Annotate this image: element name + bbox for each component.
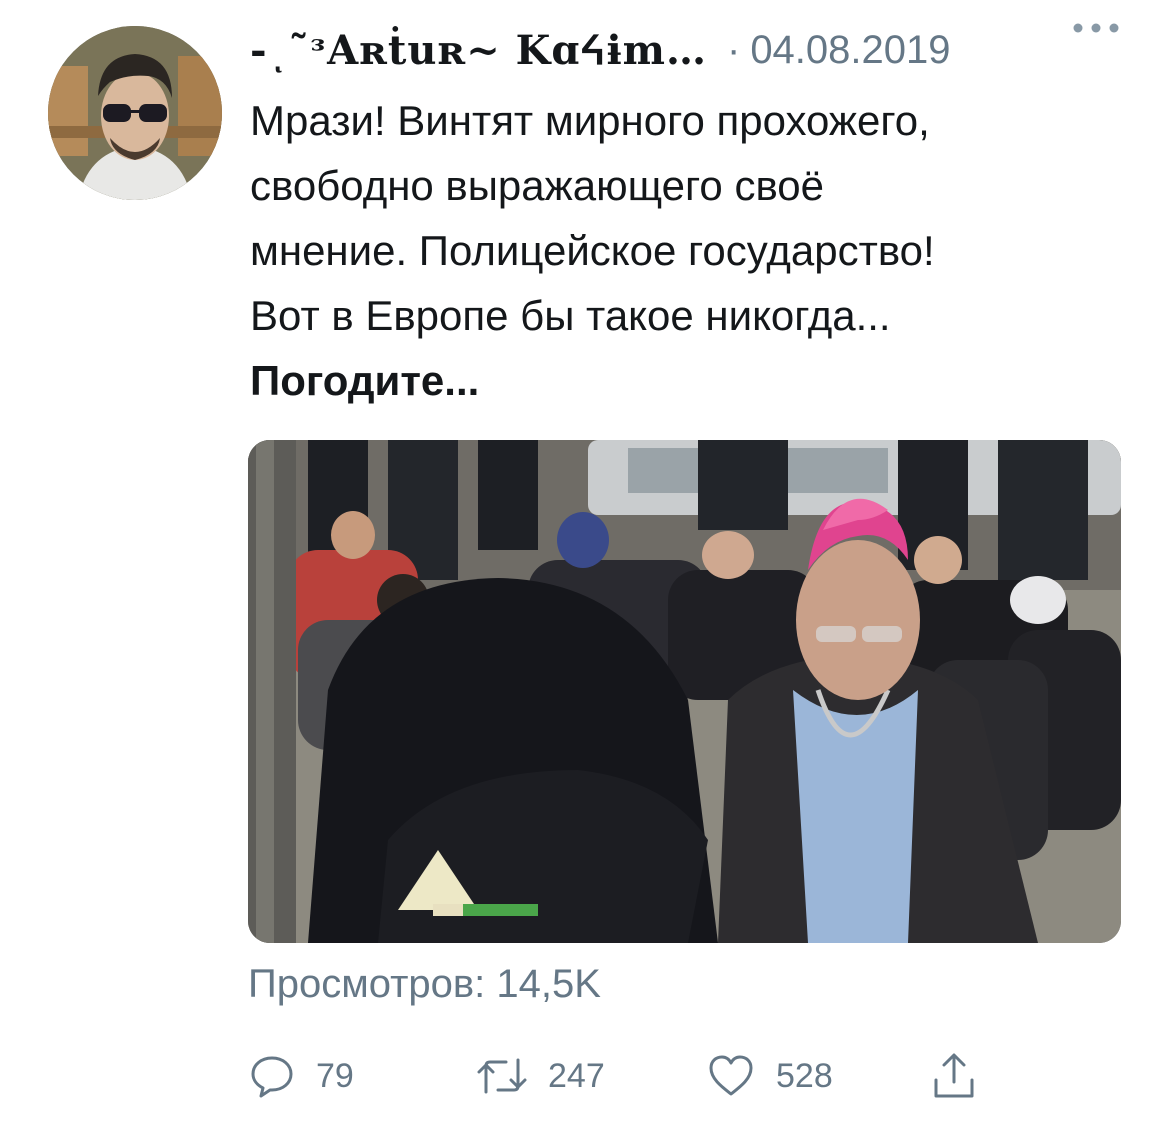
retweet-count: 247 xyxy=(548,1056,605,1095)
reply-button[interactable]: 79 xyxy=(248,1046,354,1106)
reply-count: 79 xyxy=(316,1056,354,1095)
author-name[interactable]: -ͺ˜ᵌAʀṫuʀ~ Kɑᔦɨm… xyxy=(250,27,707,74)
tweet-media-video[interactable] xyxy=(248,440,1121,943)
reply-bubble-icon xyxy=(248,1052,296,1100)
tweet-date[interactable]: 04.08.2019 xyxy=(750,28,950,73)
video-thumbnail xyxy=(248,440,1121,943)
views-count: Просмотров: 14,5K xyxy=(248,962,601,1006)
avatar-photo xyxy=(48,26,222,200)
author-avatar[interactable] xyxy=(48,26,222,200)
like-button[interactable]: 528 xyxy=(706,1046,833,1106)
tweet-text-line: Вот в Европе бы такое никогда... xyxy=(250,292,891,339)
tweet-header: -ͺ˜ᵌAʀṫuʀ~ Kɑᔦɨm… · 04.08.2019 xyxy=(250,22,1130,78)
tweet-actions-bar: 79 247 528 xyxy=(248,1046,1008,1106)
share-icon xyxy=(930,1050,978,1102)
tweet-text-line: мнение. Полицейское государство! xyxy=(250,227,935,274)
header-separator: · xyxy=(726,27,741,72)
retweet-icon xyxy=(476,1052,528,1100)
more-horizontal-icon[interactable] xyxy=(1070,20,1122,36)
retweet-button[interactable]: 247 xyxy=(476,1046,605,1106)
share-button[interactable] xyxy=(930,1046,978,1106)
tweet-text: Мрази! Винтят мирного прохожего, свободн… xyxy=(250,88,1140,413)
tweet-text-line: Мрази! Винтят мирного прохожего, xyxy=(250,97,930,144)
tweet-text-line: свободно выражающего своё xyxy=(250,162,825,209)
like-count: 528 xyxy=(776,1056,833,1095)
heart-icon xyxy=(706,1052,756,1100)
tweet-text-bold-line: Погодите... xyxy=(250,357,480,404)
